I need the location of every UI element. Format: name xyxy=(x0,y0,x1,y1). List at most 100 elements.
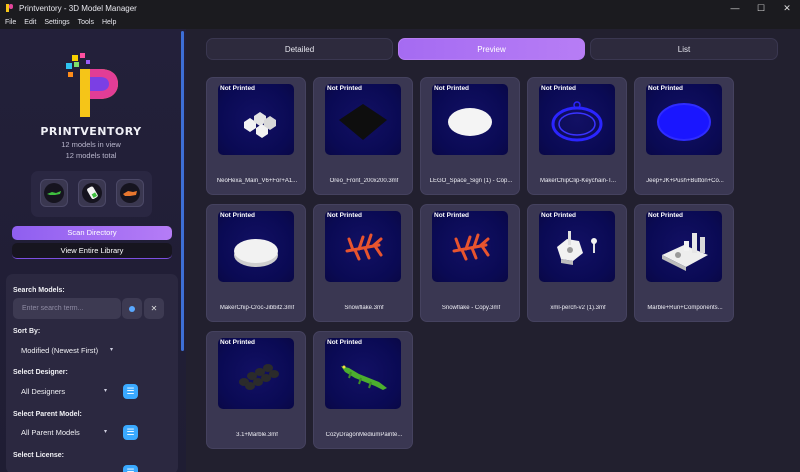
model-thumbnail xyxy=(539,84,615,155)
tab-preview[interactable]: Preview xyxy=(398,38,585,60)
chevron-down-icon: ▾ xyxy=(109,347,113,353)
search-input[interactable] xyxy=(13,298,121,319)
model-thumbnail xyxy=(325,84,401,155)
printventory-logo xyxy=(66,53,120,119)
sidebar: PRINTVENTORY 12 models in view 12 models… xyxy=(0,29,186,472)
status-badge: Not Printed xyxy=(220,339,256,346)
designer-label: Select Designer: xyxy=(13,369,68,376)
model-card[interactable]: Not Printed MakerChip-Croc-Jibbitz.3mf xyxy=(206,204,306,322)
maximize-button[interactable]: ☐ xyxy=(748,0,774,16)
menu-help[interactable]: Help xyxy=(102,19,116,26)
status-badge: Not Printed xyxy=(434,212,470,219)
sort-label: Sort By: xyxy=(13,328,41,335)
model-thumbnail xyxy=(646,211,722,282)
quick-action-button-2[interactable] xyxy=(78,179,106,207)
quick-actions xyxy=(31,171,152,217)
model-thumbnail xyxy=(218,211,294,282)
model-thumbnail xyxy=(432,84,508,155)
window-title: Printventory - 3D Model Manager xyxy=(19,3,137,13)
clear-search-button[interactable]: ✕ xyxy=(144,298,164,319)
menu-edit[interactable]: Edit xyxy=(24,19,36,26)
app-logo-icon xyxy=(6,4,13,12)
designer-select[interactable]: All Designers ▾ xyxy=(13,382,113,401)
designer-value: All Designers xyxy=(21,387,66,396)
model-filename: Marble+Run+Components... xyxy=(647,305,723,311)
parent-model-label: Select Parent Model: xyxy=(13,411,82,418)
view-library-button[interactable]: View Entire Library xyxy=(12,243,172,259)
quick-action-button-3[interactable] xyxy=(116,179,144,207)
status-badge: Not Printed xyxy=(327,339,363,346)
model-filename: Oreo_Front_200x200.3mf xyxy=(329,178,399,184)
menu-bar: File Edit Settings Tools Help xyxy=(0,16,800,29)
close-button[interactable]: ✕ xyxy=(774,0,800,16)
model-card[interactable]: Not Printed 3.1+Marble.3mf xyxy=(206,331,306,449)
status-badge: Not Printed xyxy=(327,212,363,219)
status-badge: Not Printed xyxy=(541,212,577,219)
model-card[interactable]: Not Printed Oreo_Front_200x200.3mf xyxy=(313,77,413,195)
menu-tools[interactable]: Tools xyxy=(78,19,94,26)
license-label: Select License: xyxy=(13,452,64,459)
models-in-view: 12 models in view xyxy=(61,140,121,149)
status-badge: Not Printed xyxy=(327,85,363,92)
model-thumbnail xyxy=(646,84,722,155)
sidebar-scrollbar[interactable] xyxy=(181,31,184,351)
search-dot-icon xyxy=(129,306,135,312)
chevron-down-icon: ▾ xyxy=(103,429,107,435)
search-button[interactable] xyxy=(122,298,142,319)
model-filename: xml-perch-v2 (1).3mf xyxy=(550,305,606,311)
model-card[interactable]: Not Printed LEGO_Space_Sign (1) - Cop... xyxy=(420,77,520,195)
models-total: 12 models total xyxy=(65,151,117,160)
quick-action-button-1[interactable] xyxy=(40,179,68,207)
view-tabs: Detailed Preview List xyxy=(206,38,778,60)
dragon-green-icon xyxy=(44,183,64,203)
parent-model-value: All Parent Models xyxy=(21,428,80,437)
minimize-button[interactable]: — xyxy=(722,0,748,16)
status-badge: Not Printed xyxy=(541,85,577,92)
designer-list-button[interactable]: ☰ xyxy=(123,384,138,399)
model-thumbnail xyxy=(539,211,615,282)
model-filename: Snowflake - Copy.3mf xyxy=(441,305,501,311)
status-badge: Not Printed xyxy=(434,85,470,92)
model-card[interactable]: Not Printed NeoHexa_Main_V6+For+A1... xyxy=(206,77,306,195)
parent-model-list-button[interactable]: ☰ xyxy=(123,425,138,440)
main-area: Detailed Preview List Not Printed NeoHex… xyxy=(186,29,800,472)
model-card[interactable]: Not Printed CozyDragonMediumPainte... xyxy=(313,331,413,449)
menu-settings[interactable]: Settings xyxy=(44,19,69,26)
model-filename: Jeep+JK+Push+Button+Co... xyxy=(646,178,724,184)
sort-select[interactable]: Modified (Newest First) ▾ xyxy=(13,341,119,360)
model-grid: Not Printed NeoHexa_Main_V6+For+A1... No… xyxy=(206,77,786,467)
model-card[interactable]: Not Printed Jeep+JK+Push+Button+Co... xyxy=(634,77,734,195)
model-filename: LEGO_Space_Sign (1) - Cop... xyxy=(429,178,513,184)
model-thumbnail xyxy=(325,211,401,282)
model-card[interactable]: Not Printed Marble+Run+Components... xyxy=(634,204,734,322)
model-thumbnail xyxy=(218,84,294,155)
license-list-button[interactable]: ☰ xyxy=(123,465,138,472)
model-card[interactable]: Not Printed xml-perch-v2 (1).3mf xyxy=(527,204,627,322)
model-thumbnail xyxy=(218,338,294,409)
model-card[interactable]: Not Printed Snowflake - Copy.3mf xyxy=(420,204,520,322)
sort-value: Modified (Newest First) xyxy=(21,346,99,355)
dragon-orange-icon xyxy=(120,183,140,203)
title-bar: Printventory - 3D Model Manager — ☐ ✕ xyxy=(0,0,800,16)
menu-file[interactable]: File xyxy=(5,19,16,26)
model-filename: Snowflake.3mf xyxy=(344,305,384,311)
model-card[interactable]: Not Printed MakerChipClip-Keychain-T... xyxy=(527,77,627,195)
model-thumbnail xyxy=(432,211,508,282)
scan-directory-button[interactable]: Scan Directory xyxy=(12,226,172,240)
search-label: Search Models: xyxy=(13,287,65,294)
model-filename: CozyDragonMediumPainte... xyxy=(325,432,403,438)
status-badge: Not Printed xyxy=(648,212,684,219)
model-filename: NeoHexa_Main_V6+For+A1... xyxy=(216,178,298,184)
keychain-icon xyxy=(82,183,102,203)
model-card[interactable]: Not Printed Snowflake.3mf xyxy=(313,204,413,322)
status-badge: Not Printed xyxy=(220,85,256,92)
tab-list[interactable]: List xyxy=(590,38,778,60)
chevron-down-icon: ▾ xyxy=(103,388,107,394)
model-filename: MakerChipClip-Keychain-T... xyxy=(539,178,617,184)
status-badge: Not Printed xyxy=(648,85,684,92)
model-filename: 3.1+Marble.3mf xyxy=(236,432,278,438)
parent-model-select[interactable]: All Parent Models ▾ xyxy=(13,423,113,442)
model-filename: MakerChip-Croc-Jibbitz.3mf xyxy=(219,305,295,311)
model-thumbnail xyxy=(325,338,401,409)
tab-detailed[interactable]: Detailed xyxy=(206,38,393,60)
